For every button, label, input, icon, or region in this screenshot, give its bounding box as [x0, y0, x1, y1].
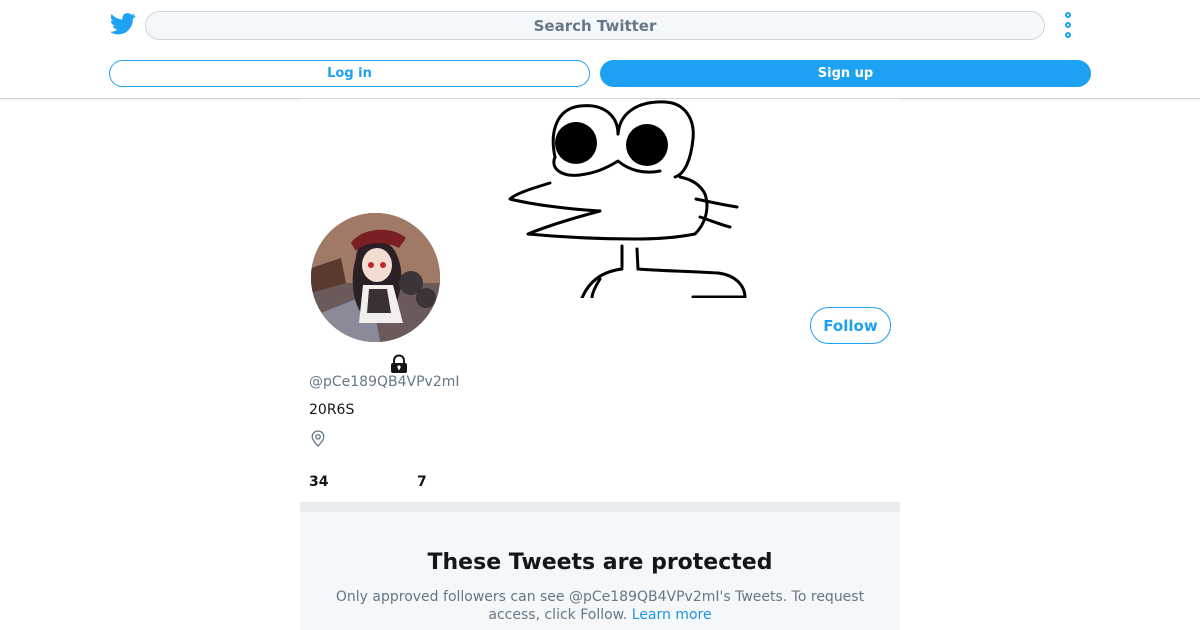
search-input[interactable]: Search Twitter [145, 11, 1045, 40]
search-placeholder: Search Twitter [533, 16, 657, 35]
anime-girl-avatar [311, 213, 440, 342]
lock-icon [391, 354, 407, 373]
twitter-bird-icon[interactable] [110, 12, 136, 36]
profile-bio: 20R6S [309, 402, 355, 418]
more-vertical-icon[interactable] [1060, 12, 1076, 38]
section-divider [300, 502, 900, 512]
location-pin-icon [311, 430, 325, 447]
profile-handle: @pCe189QB4VPv2mI [309, 374, 460, 390]
login-label: Log in [327, 66, 372, 81]
signup-label: Sign up [817, 66, 874, 81]
follow-label: Follow [823, 316, 878, 335]
follow-button[interactable]: Follow [810, 307, 891, 344]
protected-notice: These Tweets are protected Only approved… [300, 512, 900, 630]
top-header: Search Twitter Log in Sign up [0, 0, 1200, 99]
protected-message-text: Only approved followers can see @pCe189Q… [335, 589, 865, 623]
login-button[interactable]: Log in [109, 60, 590, 87]
learn-more-link[interactable]: Learn more [632, 607, 712, 623]
followers-count[interactable]: 7 [417, 474, 427, 490]
signup-button[interactable]: Sign up [600, 60, 1091, 87]
avatar[interactable] [309, 211, 442, 344]
protected-message: Only approved followers can see @pCe189Q… [325, 588, 875, 624]
following-count[interactable]: 34 [309, 474, 328, 490]
protected-title: These Tweets are protected [427, 550, 773, 575]
